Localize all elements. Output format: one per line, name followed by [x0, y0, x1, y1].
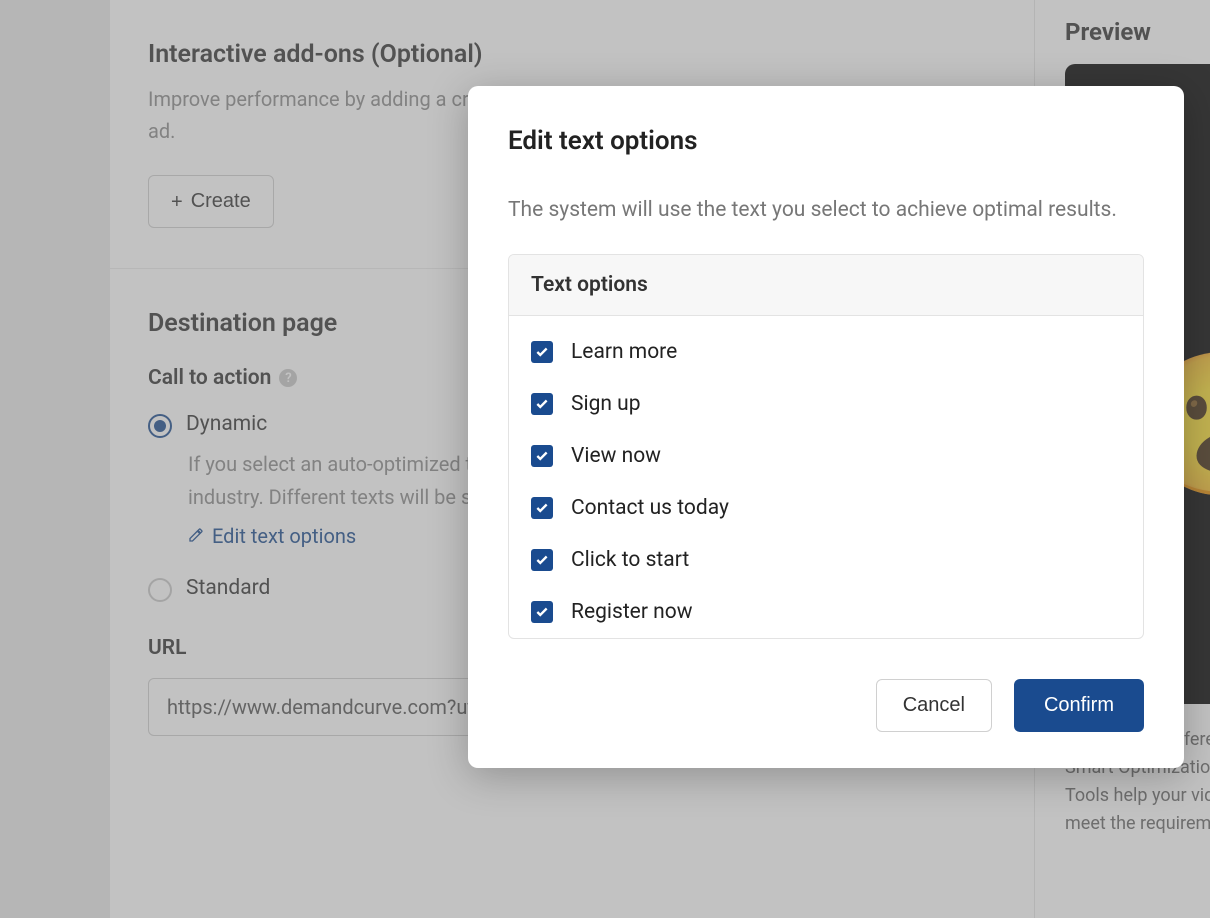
option-label: Sign up: [571, 392, 641, 416]
modal-desc: The system will use the text you select …: [508, 194, 1144, 228]
option-row[interactable]: Register now: [531, 586, 1121, 638]
checkbox-icon[interactable]: [531, 445, 553, 467]
text-options-body[interactable]: Learn more Sign up View now Contact us t…: [509, 316, 1143, 638]
text-options-header: Text options: [509, 255, 1143, 316]
text-options-box: Text options Learn more Sign up View now…: [508, 254, 1144, 639]
option-label: View now: [571, 444, 661, 468]
checkbox-icon[interactable]: [531, 601, 553, 623]
cancel-button[interactable]: Cancel: [876, 679, 992, 732]
option-label: Learn more: [571, 340, 677, 364]
checkbox-icon[interactable]: [531, 393, 553, 415]
option-row[interactable]: View now: [531, 430, 1121, 482]
checkbox-icon[interactable]: [531, 497, 553, 519]
checkbox-icon[interactable]: [531, 341, 553, 363]
option-row[interactable]: Contact us today: [531, 482, 1121, 534]
option-row[interactable]: Learn more: [531, 326, 1121, 378]
option-row[interactable]: Click to start: [531, 534, 1121, 586]
edit-text-options-modal: Edit text options The system will use th…: [468, 86, 1184, 768]
confirm-button[interactable]: Confirm: [1014, 679, 1144, 732]
checkbox-icon[interactable]: [531, 549, 553, 571]
modal-footer: Cancel Confirm: [508, 679, 1144, 732]
option-label: Click to start: [571, 548, 689, 572]
option-label: Register now: [571, 600, 693, 624]
option-row[interactable]: Sign up: [531, 378, 1121, 430]
modal-title: Edit text options: [508, 126, 1144, 156]
option-label: Contact us today: [571, 496, 729, 520]
